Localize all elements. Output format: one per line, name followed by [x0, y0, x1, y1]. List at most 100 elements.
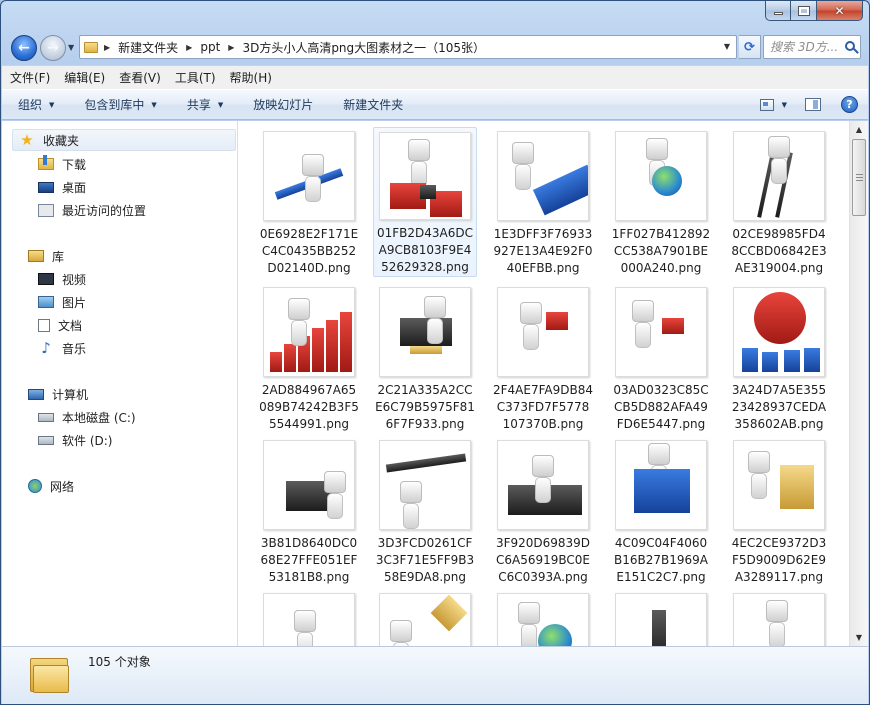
figure-body	[515, 164, 531, 190]
preview-pane-icon[interactable]	[805, 98, 821, 111]
figure-head	[424, 296, 446, 318]
chevron-right-icon[interactable]: ▶	[104, 43, 110, 52]
command-bar-right: ▼ ?	[759, 96, 858, 113]
forward-button[interactable]: →	[40, 35, 66, 61]
file-item[interactable]	[609, 589, 713, 646]
nav-label: 本地磁盘 (C:)	[62, 410, 136, 425]
nav-network[interactable]: 网络	[28, 475, 74, 497]
share-button[interactable]: 共享 ▼	[187, 96, 223, 113]
file-item[interactable]: 3A24D7A5E35523428937CEDA358602AB.png	[727, 283, 831, 433]
folder-icon	[84, 41, 98, 53]
nav-recent-places[interactable]: 最近访问的位置	[38, 199, 146, 221]
refresh-icon: ⟳	[744, 39, 755, 55]
close-button[interactable]: ✕	[817, 1, 863, 21]
file-item[interactable]	[727, 589, 831, 646]
file-item[interactable]: 2C21A335A2CCE6C79B5975F816F7F933.png	[373, 283, 477, 433]
breadcrumb-item[interactable]: ppt	[200, 40, 220, 54]
libraries-icon	[28, 250, 44, 262]
vertical-scrollbar[interactable]: ▲ ▼	[849, 121, 868, 646]
change-view-icon[interactable]	[759, 98, 774, 111]
file-name: 3A24D7A5E35523428937CEDA358602AB.png	[731, 383, 827, 431]
chevron-right-icon[interactable]: ▶	[186, 43, 192, 52]
breadcrumb-item[interactable]: 新建文件夹	[118, 39, 178, 56]
new-folder-button[interactable]: 新建文件夹	[343, 96, 403, 113]
figure-head	[302, 154, 324, 176]
nav-libraries[interactable]: 库	[28, 245, 64, 267]
nav-local-disk-c[interactable]: 本地磁盘 (C:)	[38, 406, 136, 428]
figure-head	[520, 302, 542, 324]
back-button[interactable]: ←	[11, 35, 37, 61]
file-item[interactable]: 1E3DFF3F76933927E13A4E92F040EFBB.png	[491, 127, 595, 277]
view-options-caret-icon[interactable]: ▼	[782, 101, 787, 109]
nav-documents[interactable]: 文档	[38, 314, 82, 336]
figure-body	[327, 493, 343, 519]
breadcrumb-current[interactable]: 3D方头小人高清png大图素材之一（105张）	[242, 39, 485, 56]
refresh-button[interactable]: ⟳	[739, 35, 761, 59]
chevron-right-icon[interactable]: ▶	[228, 43, 234, 52]
minimize-button[interactable]	[765, 1, 791, 21]
file-item[interactable]: 01FB2D43A6DCA9CB8103F9E452629328.png	[373, 127, 477, 277]
figure-body	[291, 320, 307, 346]
thumbnail-shape	[340, 312, 352, 372]
file-item[interactable]: 4C09C04F4060B16B27B1969AE151C2C7.png	[609, 436, 713, 586]
file-item[interactable]: 3B81D8640DC068E27FFE051EF53181B8.png	[257, 436, 361, 586]
file-item[interactable]: 1FF027B412892CC538A7901BE000A240.png	[609, 127, 713, 277]
help-icon[interactable]: ?	[841, 96, 858, 113]
nav-computer[interactable]: 计算机	[28, 383, 88, 405]
menu-view[interactable]: 查看(V)	[119, 69, 161, 86]
close-icon: ✕	[834, 3, 845, 18]
organize-button[interactable]: 组织 ▼	[18, 96, 54, 113]
file-item[interactable]: 2AD884967A65089B74242B3F55544991.png	[257, 283, 361, 433]
file-item[interactable]	[373, 589, 477, 646]
file-thumbnail	[615, 131, 707, 221]
caret-down-icon: ▼	[151, 100, 157, 109]
file-item[interactable]: 3F920D69839DC6A56919BC0EC6C0393A.png	[491, 436, 595, 586]
file-thumbnail	[615, 287, 707, 377]
nav-favorites[interactable]: ★ 收藏夹	[12, 129, 236, 151]
recent-pages-dropdown[interactable]: ▼	[68, 43, 74, 52]
nav-label: 库	[52, 249, 65, 264]
file-item[interactable]: 2F4AE7FA9DB84C373FD7F5778107370B.png	[491, 283, 595, 433]
search-icon[interactable]	[845, 41, 855, 51]
file-item[interactable]: 0E6928E2F171EC4C0435BB252D02140D.png	[257, 127, 361, 277]
file-item[interactable]: 4EC2CE9372D3F5D9009D62E9A3289117.png	[727, 436, 831, 586]
search-input[interactable]	[770, 40, 844, 54]
menu-edit[interactable]: 编辑(E)	[64, 69, 105, 86]
search-box[interactable]	[763, 35, 861, 59]
nav-music[interactable]: ♪ 音乐	[38, 337, 86, 359]
scroll-up-icon[interactable]: ▲	[850, 121, 868, 138]
details-pane: 105 个对象	[2, 646, 868, 704]
folder-front	[33, 665, 69, 693]
file-item[interactable]: 3D3FCD0261CF3C3F71E5FF9B358E9DA8.png	[373, 436, 477, 586]
nav-label: 计算机	[52, 387, 89, 402]
nav-desktop[interactable]: 桌面	[38, 176, 86, 198]
file-item[interactable]	[257, 589, 361, 646]
figure-head	[632, 300, 654, 322]
downloads-folder-icon	[38, 155, 54, 170]
file-item[interactable]	[491, 589, 595, 646]
scroll-thumb[interactable]	[852, 139, 866, 216]
maximize-button[interactable]	[791, 1, 817, 21]
nav-downloads[interactable]: 下载	[38, 153, 86, 175]
include-in-library-button[interactable]: 包含到库中 ▼	[84, 96, 156, 113]
caption-buttons: ✕	[765, 1, 863, 21]
file-thumbnail	[379, 440, 471, 530]
scroll-down-icon[interactable]: ▼	[850, 629, 868, 646]
thumbnail-shape	[420, 185, 436, 199]
minimize-icon	[773, 12, 783, 15]
nav-label: 网络	[50, 479, 75, 494]
nav-pictures[interactable]: 图片	[38, 291, 86, 313]
file-item[interactable]: 03AD0323C85CCB5D882AFA49FD6E5447.png	[609, 283, 713, 433]
menu-tools[interactable]: 工具(T)	[175, 69, 216, 86]
grip-line	[856, 177, 863, 178]
menu-file[interactable]: 文件(F)	[10, 69, 50, 86]
address-dropdown-icon[interactable]: ▼	[724, 42, 730, 51]
star-icon: ★	[20, 131, 34, 149]
thumbnail-shape	[312, 328, 324, 372]
nav-videos[interactable]: 视频	[38, 268, 86, 290]
nav-software-disk-d[interactable]: 软件 (D:)	[38, 429, 112, 451]
slideshow-button[interactable]: 放映幻灯片	[253, 96, 313, 113]
file-item[interactable]: 02CE98985FD48CCBD06842E3AE319004.png	[727, 127, 831, 277]
address-bar[interactable]: ▶ 新建文件夹 ▶ ppt ▶ 3D方头小人高清png大图素材之一（105张） …	[79, 35, 737, 59]
menu-help[interactable]: 帮助(H)	[230, 69, 272, 86]
